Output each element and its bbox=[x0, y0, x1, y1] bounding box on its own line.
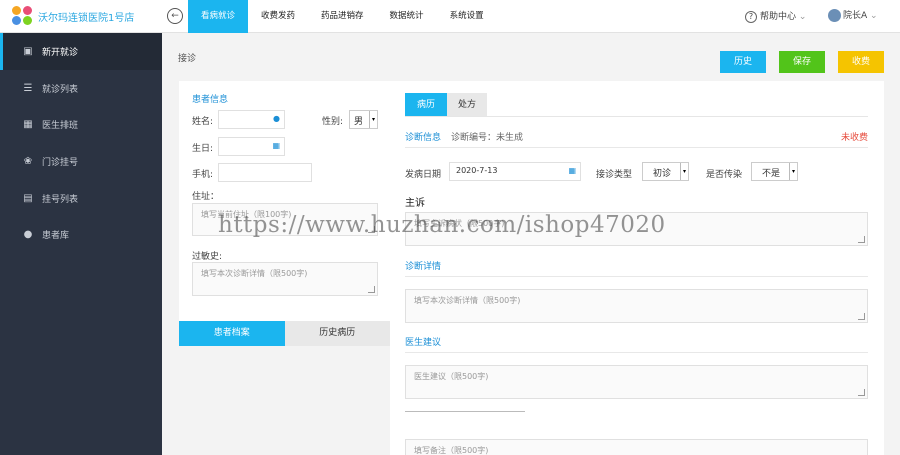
patient-info-panel: 患者信息 姓名: ● 性别: 男 ▾ 生日: ▦ 手机: 住址： 填写当前住址（… bbox=[179, 81, 390, 321]
calendar-icon: ▦ bbox=[272, 141, 280, 150]
sidebar-item-label: 就诊列表 bbox=[42, 84, 79, 95]
birthday-input[interactable]: ▦ bbox=[218, 137, 285, 156]
patient-tabs: 患者档案 历史病历 bbox=[179, 321, 390, 346]
nav-tab-consult[interactable]: 看病就诊 bbox=[188, 0, 249, 33]
onset-date-input[interactable]: 2020-7-13 ▦ bbox=[449, 162, 581, 181]
contagious-label: 是否传染 bbox=[706, 170, 743, 180]
patient-info-title: 患者信息 bbox=[192, 95, 229, 105]
onset-date-label: 发病日期 bbox=[405, 170, 442, 180]
visit-type-select[interactable]: 初诊 ▾ bbox=[642, 162, 689, 181]
sidebar-item-registration[interactable]: ❀ 门诊挂号 bbox=[0, 143, 162, 180]
charge-button[interactable]: 收费 bbox=[838, 51, 884, 73]
birthday-label: 生日: bbox=[192, 144, 214, 154]
contagious-value: 不是 bbox=[762, 169, 781, 179]
table-icon: ▤ bbox=[23, 192, 33, 204]
remark-textarea[interactable]: 填写备注（限500字) bbox=[405, 439, 868, 455]
name-input[interactable]: ● bbox=[218, 110, 285, 129]
user-menu[interactable]: 院长A ⌄ bbox=[828, 8, 878, 22]
tab-history-records[interactable]: 历史病历 bbox=[284, 321, 390, 346]
chevron-down-icon: ⌄ bbox=[798, 12, 807, 22]
divider bbox=[405, 147, 868, 148]
visit-type-value: 初诊 bbox=[653, 169, 672, 179]
diagnosis-number: 诊断编号：未生成 bbox=[451, 133, 524, 143]
diagnosis-info-label: 诊断信息 bbox=[405, 133, 442, 143]
list-icon: ☰ bbox=[23, 82, 33, 94]
calendar-icon: ▦ bbox=[568, 166, 576, 175]
payment-status-badge: 未收费 bbox=[840, 133, 868, 143]
calendar-icon: ▦ bbox=[23, 119, 33, 131]
sidebar-item-label: 门诊挂号 bbox=[42, 157, 79, 168]
user-icon: ● bbox=[273, 114, 280, 123]
sidebar-item-patients[interactable]: ● 患者库 bbox=[0, 216, 162, 253]
chevron-down-icon: ▾ bbox=[369, 111, 377, 128]
sidebar-item-label: 新开就诊 bbox=[42, 47, 79, 58]
sidebar-item-registration-list[interactable]: ▤ 挂号列表 bbox=[0, 180, 162, 217]
tab-prescription[interactable]: 处方 bbox=[447, 93, 487, 117]
allergy-textarea[interactable]: 填写本次诊断详情（限500字) bbox=[192, 262, 378, 296]
sidebar-item-new-visit[interactable]: ▣ 新开就诊 bbox=[0, 33, 162, 70]
phone-input[interactable] bbox=[218, 163, 312, 182]
diagnosis-detail-label: 诊断详情 bbox=[405, 262, 442, 272]
brand-name: 沃尔玛连锁医院1号店 bbox=[38, 13, 135, 24]
chevron-down-icon: ▾ bbox=[680, 163, 688, 180]
tab-divider bbox=[405, 116, 868, 117]
allergy-label: 过敏史: bbox=[192, 252, 223, 262]
main-content: 接诊 历史 保存 收费 患者信息 姓名: ● 性别: 男 ▾ 生日: ▦ 手机:… bbox=[162, 33, 900, 455]
chevron-down-icon: ▾ bbox=[789, 163, 797, 180]
main-nav: 看病就诊 收费发药 药品进销存 数据统计 系统设置 bbox=[188, 0, 497, 33]
sidebar-item-label: 医生排班 bbox=[42, 121, 79, 132]
gender-label: 性别: bbox=[322, 117, 344, 127]
save-button[interactable]: 保存 bbox=[779, 51, 825, 73]
gender-value: 男 bbox=[354, 117, 364, 127]
history-button[interactable]: 历史 bbox=[720, 51, 766, 73]
name-label: 姓名: bbox=[192, 117, 214, 127]
hospital-logo-icon bbox=[12, 6, 34, 26]
divider bbox=[405, 276, 868, 277]
sidebar-item-label: 挂号列表 bbox=[42, 194, 79, 205]
watermark-text: https://www.huzhan.com/ishop47020 bbox=[218, 212, 666, 238]
tab-patient-file[interactable]: 患者档案 bbox=[179, 321, 285, 346]
top-bar: 沃尔玛连锁医院1号店 ← 看病就诊 收费发药 药品进销存 数据统计 系统设置 ?… bbox=[0, 0, 900, 33]
divider bbox=[405, 411, 525, 412]
sidebar-item-doctor-schedule[interactable]: ▦ 医生排班 bbox=[0, 106, 162, 143]
tab-medical-record[interactable]: 病历 bbox=[405, 93, 447, 117]
arrow-left-icon[interactable]: ← bbox=[167, 8, 183, 24]
nav-tab-inventory[interactable]: 药品进销存 bbox=[308, 0, 377, 33]
sidebar-item-visit-list[interactable]: ☰ 就诊列表 bbox=[0, 70, 162, 107]
nav-tab-statistics[interactable]: 数据统计 bbox=[377, 0, 437, 33]
divider bbox=[405, 352, 868, 353]
chief-complaint-label: 主诉 bbox=[405, 198, 425, 209]
help-center-label: 帮助中心 bbox=[760, 12, 797, 22]
user-name: 院长A bbox=[843, 11, 868, 21]
medical-kit-icon: ▣ bbox=[23, 45, 33, 57]
sidebar-item-label: 患者库 bbox=[42, 231, 70, 242]
visit-type-label: 接诊类型 bbox=[596, 170, 633, 180]
chevron-down-icon: ⌄ bbox=[870, 11, 878, 21]
gender-select[interactable]: 男 ▾ bbox=[349, 110, 378, 129]
help-center-menu[interactable]: ? 帮助中心 ⌄ bbox=[745, 9, 806, 23]
breadcrumb: 接诊 bbox=[178, 54, 197, 64]
doctor-advice-label: 医生建议 bbox=[405, 338, 442, 348]
contagious-select[interactable]: 不是 ▾ bbox=[751, 162, 798, 181]
stethoscope-icon: ❀ bbox=[23, 155, 33, 167]
sidebar: ▣ 新开就诊 ☰ 就诊列表 ▦ 医生排班 ❀ 门诊挂号 ▤ 挂号列表 ● 患者库 bbox=[0, 33, 162, 455]
nav-tab-charge[interactable]: 收费发药 bbox=[248, 0, 308, 33]
address-label: 住址： bbox=[192, 192, 220, 202]
user-icon: ● bbox=[23, 229, 33, 241]
avatar bbox=[828, 9, 841, 22]
phone-label: 手机: bbox=[192, 170, 214, 180]
nav-tab-settings[interactable]: 系统设置 bbox=[437, 0, 497, 33]
medical-record-panel: 病历 处方 诊断信息 诊断编号：未生成 未收费 发病日期 2020-7-13 ▦… bbox=[390, 81, 884, 455]
diagnosis-detail-textarea[interactable]: 填写本次诊断详情（限500字) bbox=[405, 289, 868, 323]
doctor-advice-textarea[interactable]: 医生建议（限500字) bbox=[405, 365, 868, 399]
onset-date-value: 2020-7-13 bbox=[456, 166, 498, 175]
question-icon: ? bbox=[745, 11, 757, 23]
